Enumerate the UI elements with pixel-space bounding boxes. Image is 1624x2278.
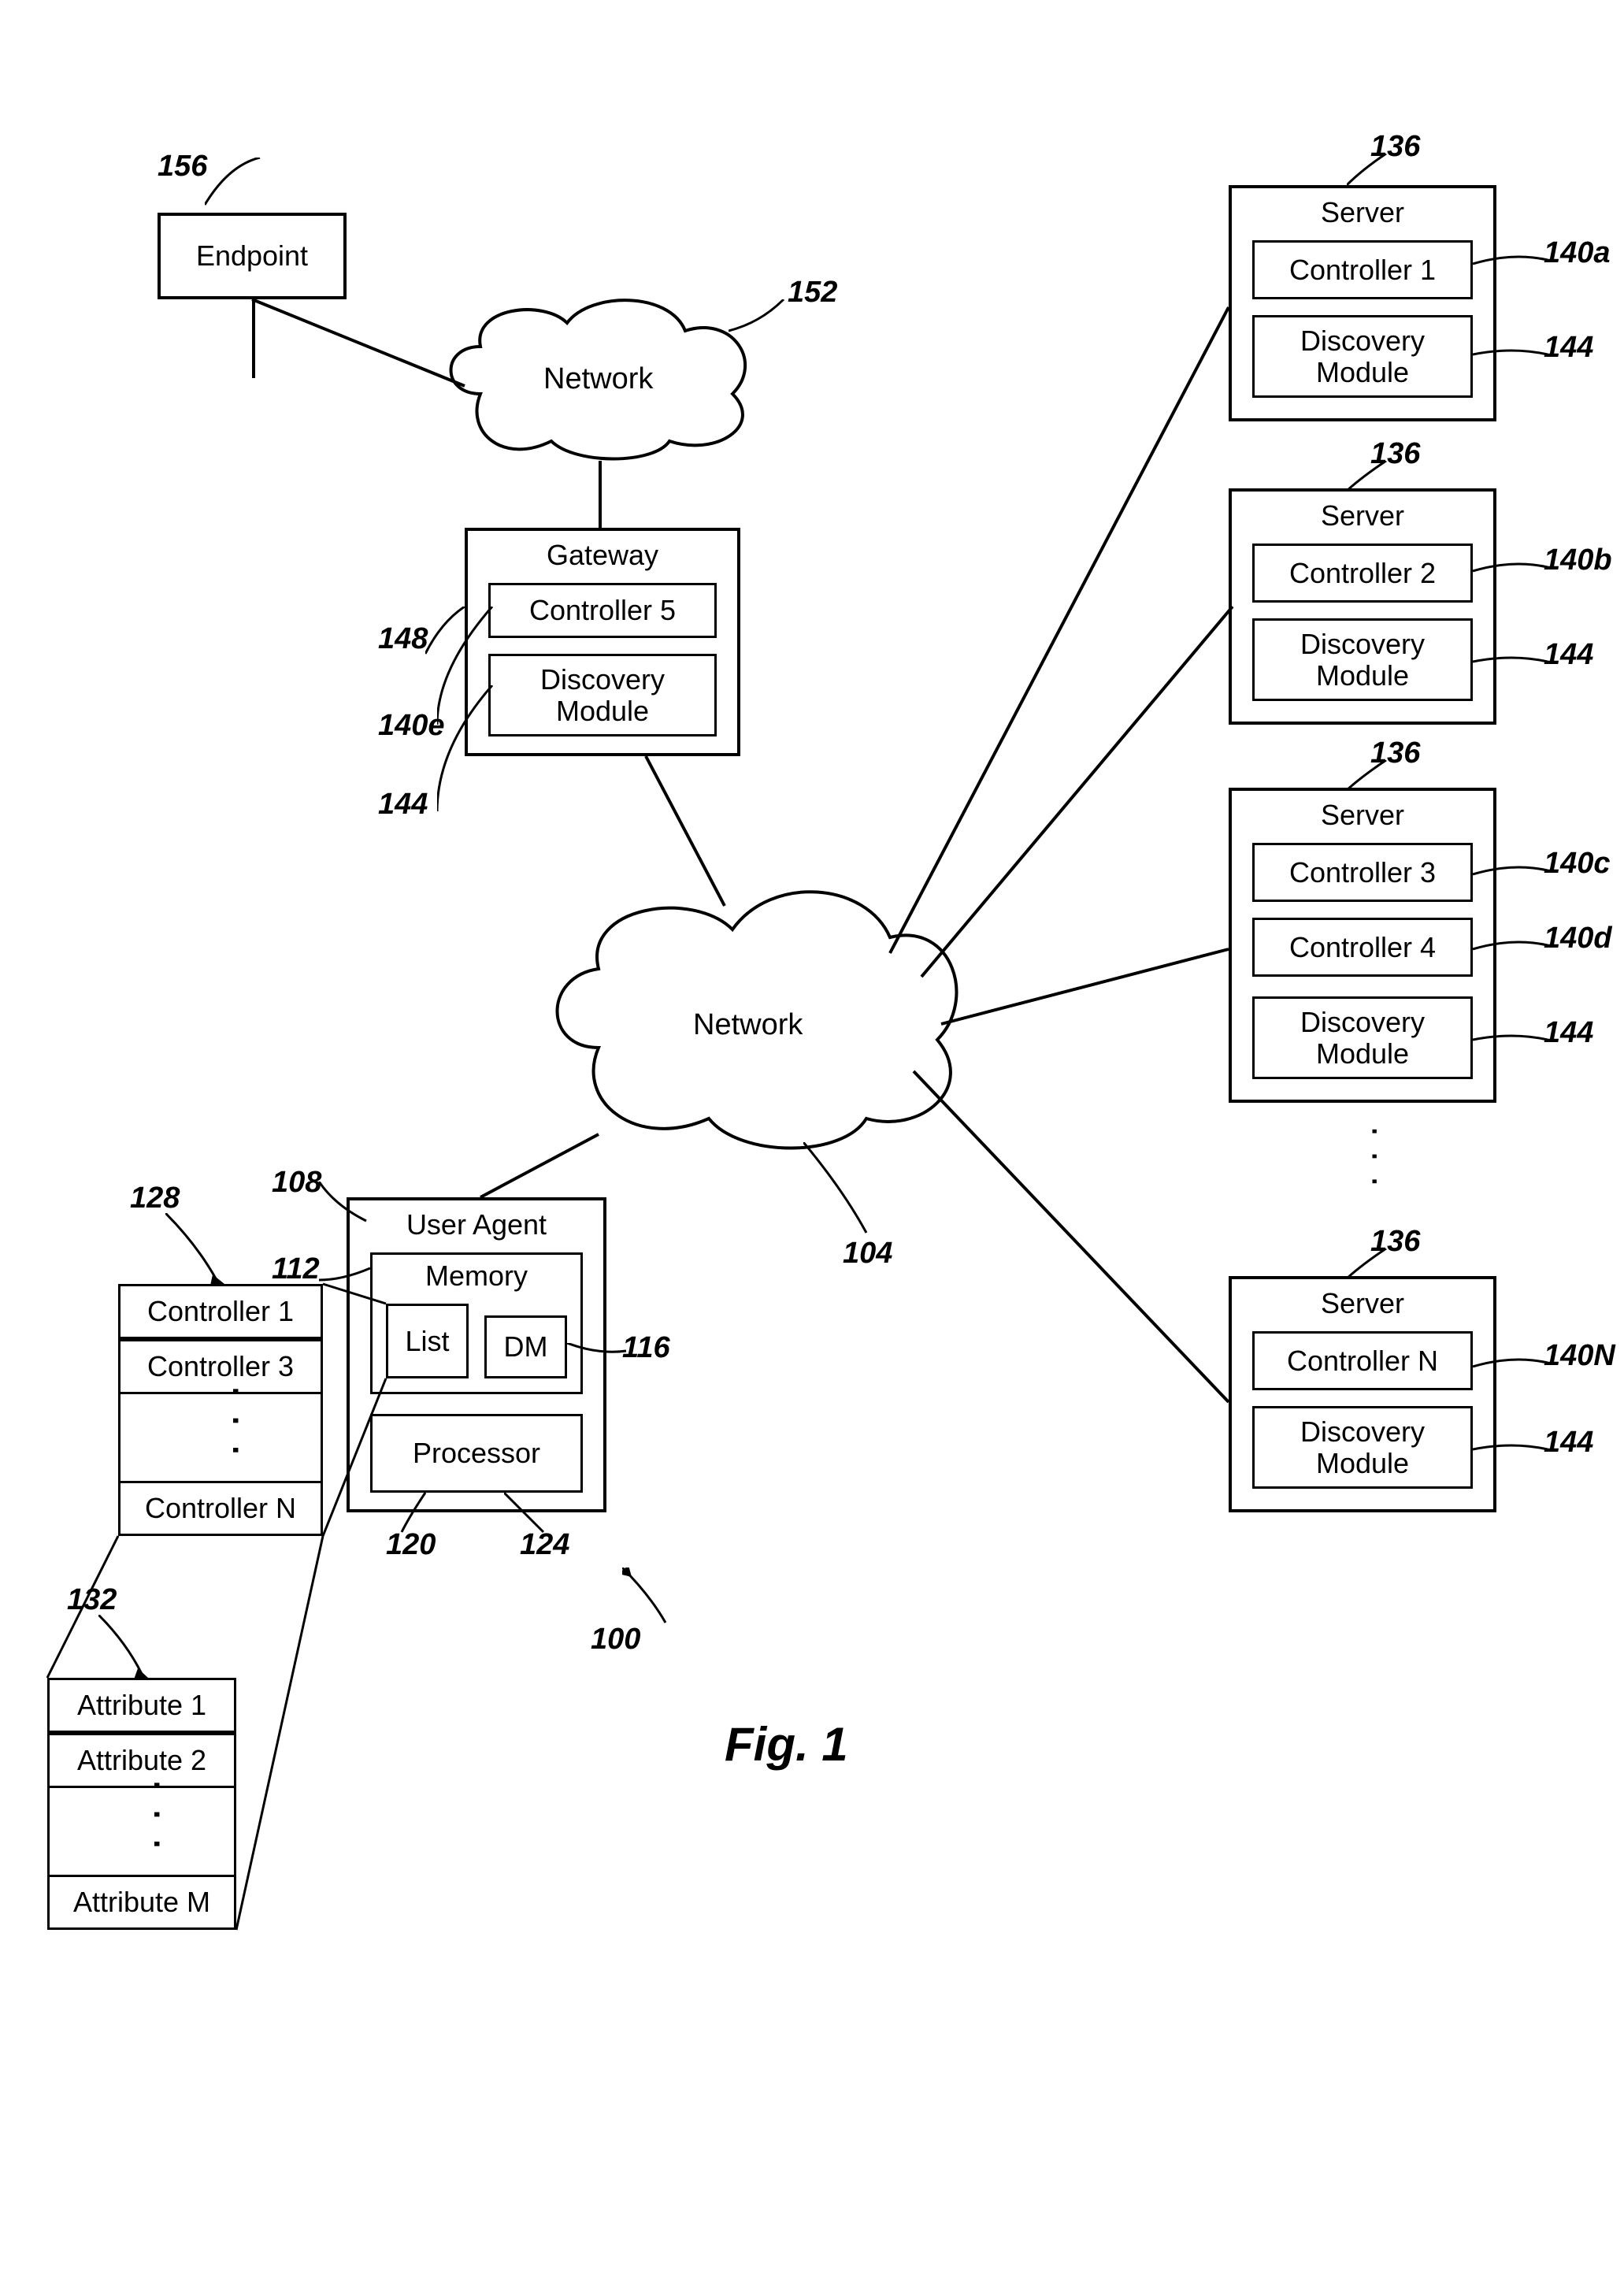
network1-label: Network bbox=[693, 1008, 803, 1042]
server-n-ctrl-label: Controller N bbox=[1287, 1345, 1438, 1378]
server-n-label: Server bbox=[1321, 1287, 1404, 1320]
mem-ref: 112 bbox=[272, 1252, 320, 1286]
server-n-ctrl: Controller N bbox=[1252, 1331, 1473, 1390]
figure-label: Fig. 1 bbox=[725, 1717, 848, 1772]
server-1-disc-label: Discovery Module bbox=[1255, 325, 1470, 388]
gateway-discovery-label: Discovery Module bbox=[491, 664, 714, 726]
endpoint-box: Endpoint bbox=[158, 213, 347, 299]
dm-box: DM bbox=[484, 1315, 567, 1378]
server-3-ctrl-a-ref: 140c bbox=[1544, 847, 1611, 881]
server-1-ctrl-ref: 140a bbox=[1544, 236, 1611, 270]
server-3-label: Server bbox=[1321, 799, 1404, 832]
gateway-label: Gateway bbox=[547, 539, 658, 572]
server-1-ctrl: Controller 1 bbox=[1252, 240, 1473, 299]
server-2-disc: Discovery Module bbox=[1252, 618, 1473, 701]
server-1-ctrl-label: Controller 1 bbox=[1289, 254, 1436, 287]
server-3-ctrl-b-ref: 140d bbox=[1544, 922, 1612, 955]
server-1-disc: Discovery Module bbox=[1252, 315, 1473, 398]
server-n-disc-label: Discovery Module bbox=[1255, 1416, 1470, 1478]
server-3-ctrl-a: Controller 3 bbox=[1252, 843, 1473, 902]
user-agent-label: User Agent bbox=[406, 1208, 547, 1241]
gateway-discovery: Discovery Module bbox=[488, 654, 717, 736]
controller-list-ref: 128 bbox=[130, 1182, 180, 1215]
ua-ref: 108 bbox=[272, 1166, 321, 1200]
server-3-ctrl-a-label: Controller 3 bbox=[1289, 856, 1436, 889]
server-3-disc: Discovery Module bbox=[1252, 996, 1473, 1079]
server-2-label: Server bbox=[1321, 499, 1404, 532]
server-n-disc: Discovery Module bbox=[1252, 1406, 1473, 1489]
network2-label: Network bbox=[543, 362, 653, 396]
endpoint-label: Endpoint bbox=[196, 239, 308, 273]
network2-ref: 152 bbox=[788, 276, 837, 310]
server-2-ctrl-ref: 140b bbox=[1544, 544, 1612, 577]
network1-ref: 104 bbox=[843, 1237, 892, 1271]
gateway-disc-ref: 144 bbox=[378, 788, 428, 822]
server-dots: . . . bbox=[1363, 1126, 1409, 1188]
server-3-ctrl-b-label: Controller 4 bbox=[1289, 931, 1436, 964]
server-3-disc-label: Discovery Module bbox=[1255, 1007, 1470, 1069]
server-n-ctrl-ref: 140N bbox=[1544, 1339, 1615, 1373]
attribute-list-ref: 132 bbox=[67, 1583, 117, 1617]
gateway-controller: Controller 5 bbox=[488, 583, 717, 638]
dm-label: DM bbox=[504, 1330, 548, 1363]
server-2-ctrl: Controller 2 bbox=[1252, 544, 1473, 603]
gateway-ctrl-ref: 140e bbox=[378, 709, 445, 743]
server-2-disc-label: Discovery Module bbox=[1255, 629, 1470, 691]
server-3-ctrl-b: Controller 4 bbox=[1252, 918, 1473, 977]
server-2-ctrl-label: Controller 2 bbox=[1289, 557, 1436, 590]
endpoint-ref: 156 bbox=[158, 150, 207, 184]
server-1-label: Server bbox=[1321, 196, 1404, 229]
gateway-controller-label: Controller 5 bbox=[529, 594, 676, 627]
gateway-ref: 148 bbox=[378, 622, 428, 656]
